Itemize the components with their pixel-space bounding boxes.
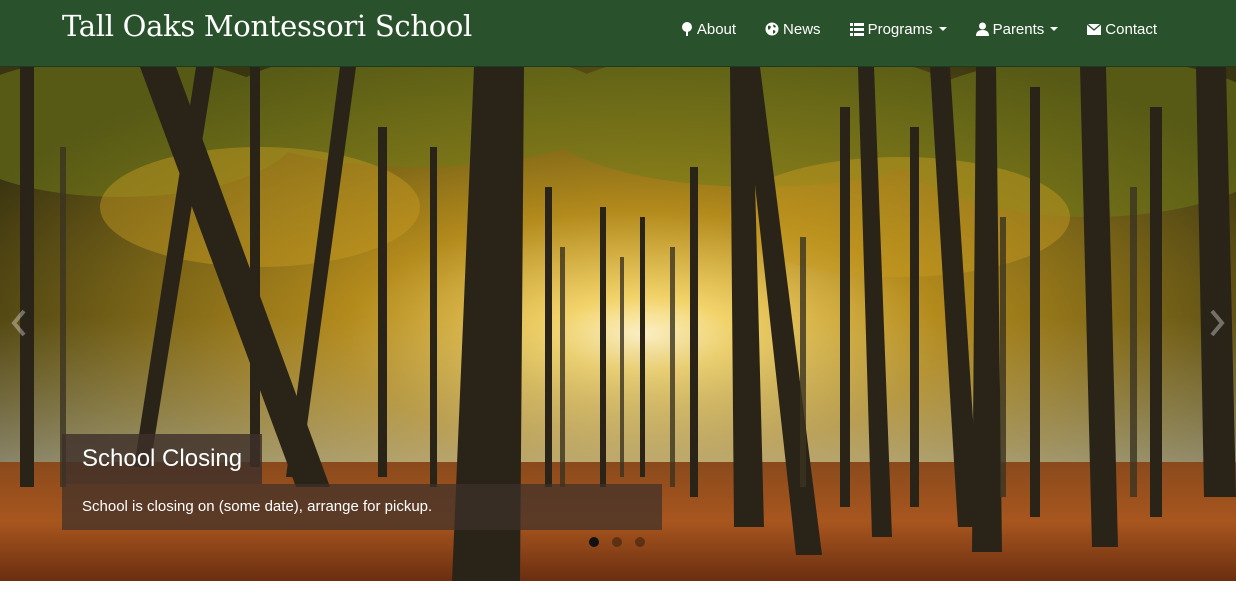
chevron-down-icon — [938, 27, 947, 31]
nav-news[interactable]: News — [765, 21, 821, 38]
nav-parents-label: Parents — [992, 20, 1045, 38]
carousel-indicators — [589, 537, 658, 547]
slide-title: School Closing — [62, 434, 263, 484]
nav-news-label: News — [783, 20, 821, 38]
carousel-indicator-1[interactable] — [589, 537, 599, 547]
carousel-prev-button[interactable] — [4, 303, 34, 343]
nav-contact[interactable]: Contact — [1087, 21, 1157, 38]
tree-icon — [681, 22, 692, 36]
carousel-indicator-3[interactable] — [635, 537, 645, 547]
carousel-next-button[interactable] — [1202, 303, 1232, 343]
nav-parents[interactable]: Parents — [975, 20, 1059, 38]
navbar: Tall Oaks Montessori School About News P… — [0, 0, 1236, 67]
main-nav: About News Programs Parents Contact — [652, 0, 1157, 58]
slide-caption: School is closing on (some date), arrang… — [62, 484, 662, 530]
carousel-indicator-2[interactable] — [612, 537, 622, 547]
chevron-right-icon — [1210, 309, 1225, 337]
brand-title[interactable]: Tall Oaks Montessori School — [62, 9, 472, 43]
list-icon — [849, 22, 864, 36]
hero-carousel: School Closing School is closing on (som… — [0, 67, 1236, 581]
globe-icon — [765, 22, 779, 36]
chevron-down-icon — [1050, 27, 1059, 31]
nav-about-label: About — [696, 20, 737, 38]
nav-programs[interactable]: Programs — [849, 20, 947, 38]
nav-programs-label: Programs — [867, 20, 933, 38]
envelope-icon — [1087, 23, 1102, 35]
nav-contact-label: Contact — [1105, 20, 1157, 38]
chevron-left-icon — [11, 309, 26, 337]
nav-about[interactable]: About — [681, 21, 736, 38]
user-icon — [975, 22, 989, 36]
